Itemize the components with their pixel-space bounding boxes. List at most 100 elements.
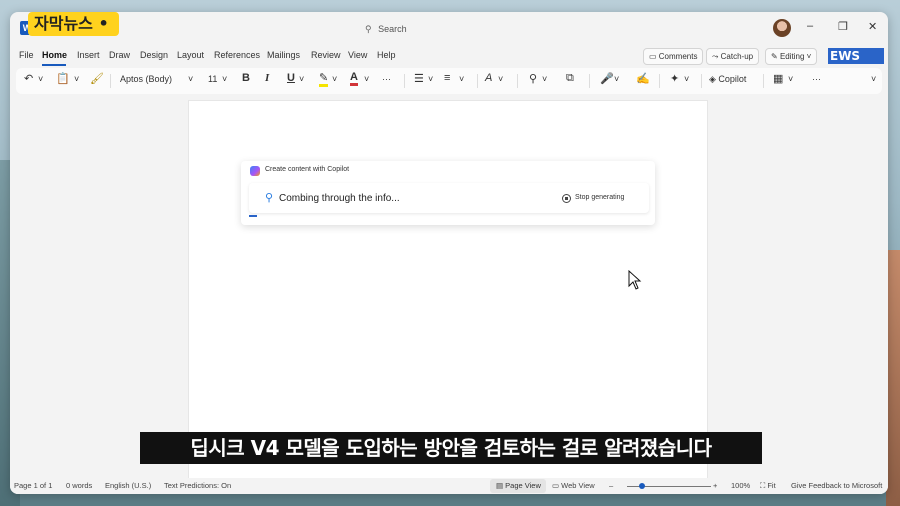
chevron-down-icon[interactable]: ˅	[788, 74, 793, 84]
document-page[interactable]: Create content with Copilot ⚲ Combing th…	[188, 100, 708, 480]
comments-label: Comments	[658, 52, 698, 61]
tab-view[interactable]: View	[348, 50, 367, 60]
copilot-label: Copilot	[718, 74, 747, 84]
minimize-button[interactable]: –	[807, 20, 813, 32]
chevron-down-icon[interactable]: ˅	[542, 74, 547, 84]
tab-review[interactable]: Review	[311, 50, 341, 60]
restore-button[interactable]: ❐	[838, 20, 848, 33]
styles-icon[interactable]: A	[485, 72, 492, 84]
editor-icon[interactable]: ✍	[636, 72, 650, 85]
comments-button[interactable]: ▭ Comments	[643, 48, 704, 65]
chevron-down-icon: ˅	[804, 52, 812, 61]
title-bar: W ⚲ Search – ❐ ✕	[10, 12, 888, 46]
font-name-select[interactable]: Aptos (Body)	[120, 74, 172, 84]
tab-insert[interactable]: Insert	[77, 50, 100, 60]
font-color-button[interactable]: A	[350, 72, 358, 86]
web-view-button[interactable]: ▭ Web View	[552, 481, 595, 490]
document-area: Create content with Copilot ⚲ Combing th…	[10, 98, 888, 480]
search-sparkle-icon: ⚲	[265, 192, 274, 204]
underline-button[interactable]: U	[287, 72, 295, 84]
divider	[589, 74, 590, 88]
tab-design[interactable]: Design	[140, 50, 168, 60]
web-view-label: Web View	[561, 481, 595, 490]
chevron-down-icon[interactable]: ˅	[222, 74, 227, 84]
table-icon[interactable]: ▦	[773, 72, 783, 85]
web-view-icon: ▭	[552, 481, 562, 490]
page-view-icon: ▤	[496, 481, 506, 490]
bold-button[interactable]: B	[242, 72, 250, 84]
news-subtitle: 딥시크 V4 모델을 도입하는 방안을 검토하는 걸로 알려졌습니다	[140, 432, 762, 464]
font-size-select[interactable]: 11	[208, 74, 217, 84]
zoom-slider-thumb[interactable]	[639, 483, 646, 489]
find-icon[interactable]: ⚲	[529, 72, 537, 85]
chevron-down-icon[interactable]: ˅	[299, 74, 304, 84]
expand-ribbon-icon[interactable]: ˅	[871, 74, 876, 84]
language-indicator[interactable]: English (U.S.)	[105, 481, 151, 490]
more-options-button[interactable]: ···	[812, 74, 821, 84]
fit-button[interactable]: ⛶ Fit	[760, 481, 776, 491]
copilot-panel: Create content with Copilot ⚲ Combing th…	[241, 161, 655, 225]
add-ins-icon[interactable]: ⧉	[566, 72, 574, 85]
tab-file[interactable]: File	[19, 50, 34, 60]
zoom-in-button[interactable]: +	[713, 481, 717, 490]
highlighter-icon[interactable]: ✎	[319, 71, 329, 87]
chevron-down-icon[interactable]: ˅	[38, 74, 43, 84]
stop-generating-button[interactable]: Stop generating	[575, 194, 624, 201]
chevron-down-icon[interactable]: ˅	[74, 74, 79, 84]
catchup-button[interactable]: ⤳ Catch-up	[706, 48, 760, 65]
align-icon[interactable]: ≡	[444, 72, 450, 84]
tab-home[interactable]: Home	[42, 50, 67, 60]
search-icon: ⚲	[365, 24, 372, 34]
tab-references[interactable]: References	[214, 50, 260, 60]
channel-badge: 자막뉴스 •	[28, 12, 119, 36]
italic-button[interactable]: I	[265, 72, 269, 84]
copilot-card-title: Create content with Copilot	[265, 166, 350, 173]
catchup-label: Catch-up	[720, 52, 754, 61]
feedback-link[interactable]: Give Feedback to Microsoft	[791, 481, 882, 490]
avatar[interactable]	[773, 19, 791, 37]
chevron-down-icon[interactable]: ˅	[459, 74, 464, 84]
divider	[701, 74, 702, 88]
tab-layout[interactable]: Layout	[177, 50, 204, 60]
tab-help[interactable]: Help	[377, 50, 396, 60]
chevron-down-icon[interactable]: ˅	[188, 74, 193, 84]
text-predictions-status[interactable]: Text Predictions: On	[164, 481, 231, 490]
divider	[110, 74, 111, 88]
editing-label: Editing	[779, 52, 805, 61]
word-window: W ⚲ Search – ❐ ✕ File Home Insert Draw D…	[10, 12, 888, 494]
tab-mailings[interactable]: Mailings	[267, 50, 300, 60]
paste-icon[interactable]: 📋	[56, 72, 70, 85]
page-count[interactable]: Page 1 of 1	[14, 481, 52, 490]
copilot-button[interactable]: ◈ Copilot	[709, 74, 746, 85]
desktop-background-right	[886, 250, 900, 506]
zoom-out-button[interactable]: –	[609, 481, 613, 490]
zoom-level[interactable]: 100%	[731, 481, 750, 490]
close-button[interactable]: ✕	[868, 20, 877, 33]
bullets-icon[interactable]: ☰	[414, 72, 424, 85]
tab-draw[interactable]: Draw	[109, 50, 130, 60]
format-painter-icon[interactable]: 🖌	[90, 72, 104, 85]
undo-icon[interactable]: ↶	[24, 72, 33, 85]
pencil-icon: ✎	[771, 52, 780, 61]
stop-icon[interactable]	[562, 194, 571, 203]
chevron-down-icon[interactable]: ˅	[614, 74, 619, 84]
page-view-label: Page View	[505, 481, 541, 490]
chevron-down-icon[interactable]: ˅	[498, 74, 503, 84]
news-channel-logo: EWS	[828, 48, 884, 64]
more-font-options-button[interactable]: ···	[382, 74, 391, 84]
dictate-icon[interactable]: 🎤	[600, 72, 614, 85]
catchup-icon: ⤳	[712, 52, 721, 61]
editing-mode-button[interactable]: ✎ Editing ˅	[765, 48, 818, 65]
designer-icon[interactable]: ✦	[670, 72, 679, 85]
search-box[interactable]: ⚲ Search	[365, 19, 555, 39]
fit-label: Fit	[767, 481, 776, 490]
chevron-down-icon[interactable]: ˅	[428, 74, 433, 84]
chevron-down-icon[interactable]: ˅	[332, 74, 337, 84]
copilot-status-box: ⚲ Combing through the info... Stop gener…	[249, 183, 649, 213]
page-view-button[interactable]: ▤ Page View	[490, 479, 546, 493]
chevron-down-icon[interactable]: ˅	[364, 74, 369, 84]
search-placeholder: Search	[378, 24, 407, 34]
progress-indicator	[249, 215, 257, 217]
chevron-down-icon[interactable]: ˅	[684, 74, 689, 84]
word-count[interactable]: 0 words	[66, 481, 92, 490]
